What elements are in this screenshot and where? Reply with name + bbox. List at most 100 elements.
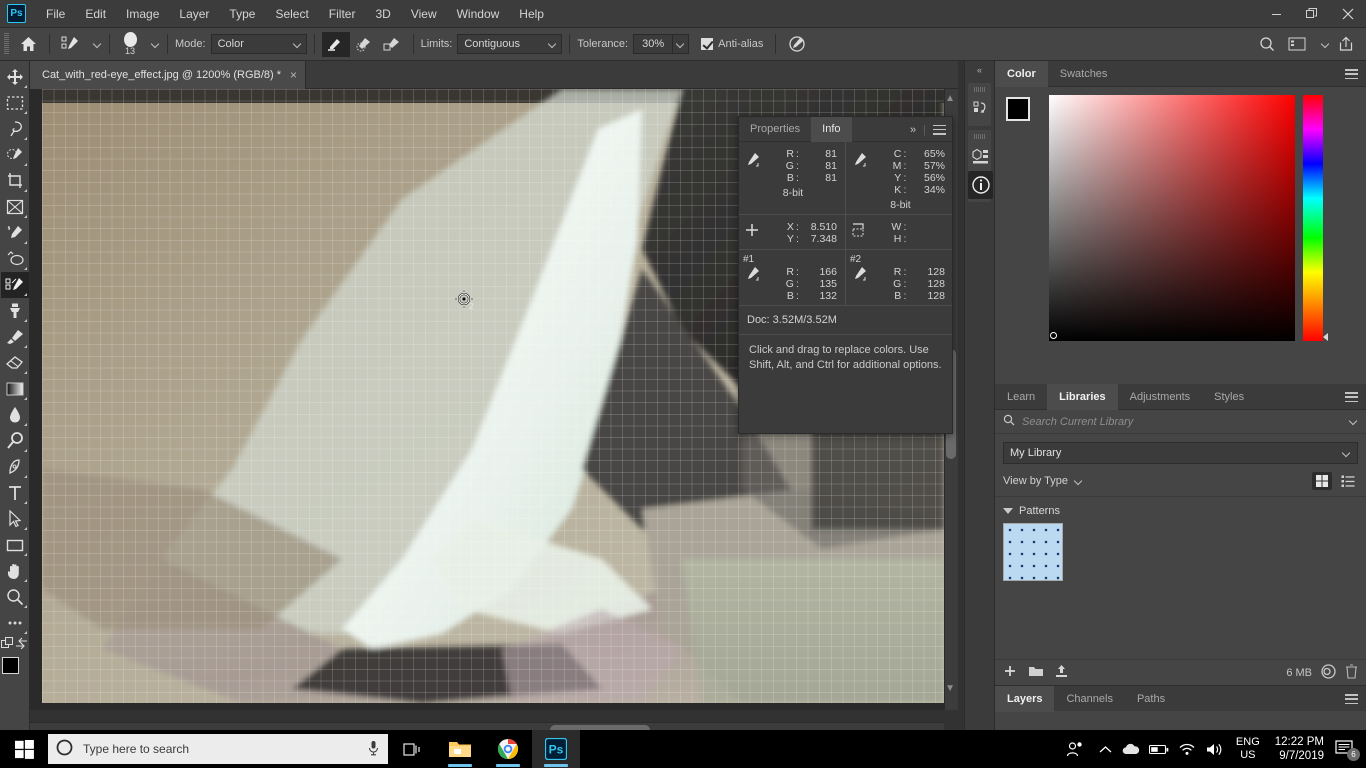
color-panel[interactable] xyxy=(995,87,1366,384)
blur-tool[interactable] xyxy=(1,402,29,428)
crop-tool[interactable] xyxy=(1,168,29,194)
tab-styles[interactable]: Styles xyxy=(1202,384,1256,410)
sampling-once-icon[interactable] xyxy=(350,32,378,57)
gradient-tool[interactable] xyxy=(1,376,29,402)
anti-alias-checkbox[interactable] xyxy=(701,38,714,50)
sampling-continuous-icon[interactable] xyxy=(321,31,350,57)
menu-image[interactable]: Image xyxy=(116,0,169,28)
tolerance-input[interactable]: 30% xyxy=(633,34,674,54)
tab-swatches[interactable]: Swatches xyxy=(1048,61,1120,87)
menu-help[interactable]: Help xyxy=(509,0,554,28)
move-tool[interactable] xyxy=(1,64,29,90)
menu-window[interactable]: Window xyxy=(447,0,510,28)
language-indicator[interactable]: ENG US xyxy=(1232,736,1264,762)
limits-select[interactable]: Contiguous xyxy=(457,34,563,54)
pattern-thumbnail[interactable] xyxy=(1003,523,1063,581)
creative-cloud-icon[interactable] xyxy=(1320,663,1337,682)
minimize-icon[interactable] xyxy=(1258,0,1294,28)
hand-tool[interactable] xyxy=(1,558,29,584)
tab-info[interactable]: Info xyxy=(811,117,852,142)
history-panel-icon[interactable] xyxy=(968,95,993,123)
menu-view[interactable]: View xyxy=(401,0,447,28)
frame-tool[interactable] xyxy=(1,194,29,220)
tab-color[interactable]: Color xyxy=(995,61,1048,87)
workspace-chevron-down-icon[interactable] xyxy=(1321,40,1330,49)
battery-icon[interactable] xyxy=(1148,744,1169,755)
tolerance-slider-button[interactable] xyxy=(673,34,690,54)
panel-menu-icon[interactable] xyxy=(1345,69,1358,79)
share-icon[interactable] xyxy=(1332,32,1360,57)
quick-selection-tool[interactable] xyxy=(1,142,29,168)
panel-menu-icon[interactable] xyxy=(1345,694,1358,704)
eyedropper-tool[interactable] xyxy=(1,220,29,246)
disclosure-triangle-icon[interactable] xyxy=(1003,508,1013,514)
tab-adjustments[interactable]: Adjustments xyxy=(1118,384,1203,410)
library-search-input[interactable]: Search Current Library xyxy=(1022,416,1341,428)
show-hidden-icons-chevron-up-icon[interactable] xyxy=(1099,745,1112,754)
collapse-panel-icon[interactable]: » xyxy=(910,124,916,136)
taskbar-app-file-explorer[interactable] xyxy=(436,730,484,768)
menu-edit[interactable]: Edit xyxy=(75,0,116,28)
restore-icon[interactable] xyxy=(1294,0,1330,28)
lasso-tool[interactable] xyxy=(1,116,29,142)
eraser-tool[interactable] xyxy=(1,350,29,376)
properties-panel-icon[interactable] xyxy=(968,142,993,170)
edit-toolbar-icon[interactable] xyxy=(0,636,15,652)
color-field[interactable] xyxy=(1049,95,1295,341)
menu-type[interactable]: Type xyxy=(219,0,265,28)
mode-select[interactable]: Color xyxy=(210,34,307,54)
info-panel-icon[interactable] xyxy=(968,171,993,199)
sampling-background-swatch-icon[interactable] xyxy=(378,32,406,57)
view-chevron-down-icon[interactable] xyxy=(1074,477,1083,486)
close-icon[interactable]: × xyxy=(290,69,297,81)
start-button[interactable] xyxy=(0,730,48,768)
volume-icon[interactable] xyxy=(1205,742,1223,757)
spot-healing-brush-tool[interactable] xyxy=(1,246,29,272)
tool-preset-chevron-down-icon[interactable] xyxy=(93,40,102,49)
close-icon[interactable] xyxy=(1330,0,1366,28)
panel-menu-icon[interactable] xyxy=(933,124,946,135)
collapse-panels-icon[interactable]: « xyxy=(965,61,994,79)
add-content-icon[interactable] xyxy=(1003,664,1018,682)
onedrive-icon[interactable] xyxy=(1121,743,1140,756)
menu-filter[interactable]: Filter xyxy=(319,0,366,28)
tool-preset-picker[interactable] xyxy=(57,32,85,57)
taskbar-clock[interactable]: 12:22 PM 9/7/2019 xyxy=(1273,735,1326,763)
library-search-row[interactable]: Search Current Library xyxy=(995,410,1366,434)
color-field-marker[interactable] xyxy=(1050,332,1057,339)
upload-icon[interactable] xyxy=(1054,664,1069,681)
horizontal-type-tool[interactable] xyxy=(1,480,29,506)
options-bar-grip[interactable] xyxy=(4,33,9,55)
color-replacement-tool[interactable] xyxy=(0,272,29,298)
delete-icon[interactable] xyxy=(1345,663,1358,682)
info-panel[interactable]: Properties Info » | R:81 G:81 B:81 8-bit xyxy=(738,116,953,434)
menu-layer[interactable]: Layer xyxy=(169,0,219,28)
more-tools-icon[interactable] xyxy=(1,610,29,636)
rail-grip[interactable] xyxy=(974,134,985,139)
tab-properties[interactable]: Properties xyxy=(739,117,811,142)
zoom-tool[interactable] xyxy=(1,584,29,610)
path-selection-tool[interactable] xyxy=(1,506,29,532)
tab-channels[interactable]: Channels xyxy=(1054,686,1124,712)
tab-paths[interactable]: Paths xyxy=(1125,686,1177,712)
hue-slider[interactable] xyxy=(1303,95,1328,341)
menu-3d[interactable]: 3D xyxy=(365,0,400,28)
chevron-down-icon[interactable] xyxy=(1349,417,1358,426)
swap-colors-icon[interactable] xyxy=(15,637,28,652)
tab-learn[interactable]: Learn xyxy=(995,384,1047,410)
taskbar-search[interactable]: Type here to search xyxy=(48,734,388,764)
document-tab[interactable]: Cat_with_red-eye_effect.jpg @ 1200% (RGB… xyxy=(30,61,307,89)
tab-libraries[interactable]: Libraries xyxy=(1047,384,1118,410)
notification-center-icon[interactable]: 6 xyxy=(1335,739,1360,761)
color-panel-swatches[interactable] xyxy=(1003,95,1043,133)
brush-preset-chevron-down-icon[interactable] xyxy=(151,40,160,49)
menu-select[interactable]: Select xyxy=(265,0,318,28)
rectangular-marquee-tool[interactable] xyxy=(1,90,29,116)
menu-file[interactable]: File xyxy=(36,0,75,28)
tab-layers[interactable]: Layers xyxy=(995,686,1055,712)
color-swatches[interactable] xyxy=(1,657,29,687)
view-by-type-label[interactable]: View by Type xyxy=(1003,475,1068,487)
new-group-icon[interactable] xyxy=(1028,664,1044,681)
library-select[interactable]: My Library xyxy=(1003,442,1358,464)
panel-menu-icon[interactable] xyxy=(1345,392,1358,402)
